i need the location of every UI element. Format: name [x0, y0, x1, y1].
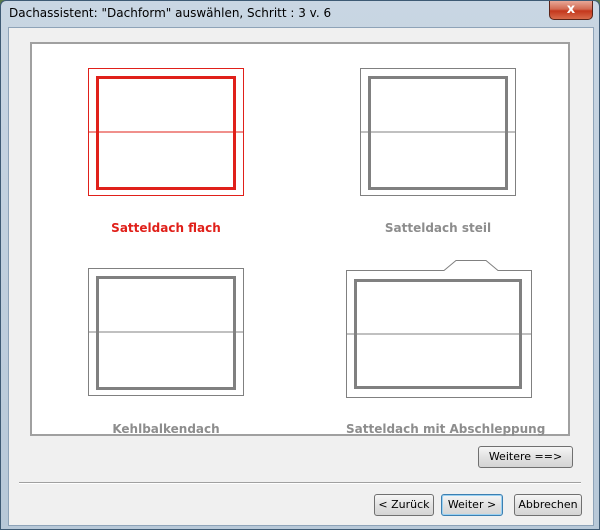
- roof-option-label: Kehlbalkendach: [112, 422, 220, 436]
- roof-option-label: Satteldach mit Abschleppung: [346, 422, 546, 436]
- more-options-button[interactable]: Weitere ==>: [478, 446, 573, 468]
- button-separator: [19, 482, 581, 484]
- satteldach-steil-icon: [360, 68, 516, 196]
- kehlbalkendach-icon: [88, 268, 244, 396]
- dialog-client-area: Satteldach flach Satteldach steil Kehlba…: [8, 27, 594, 526]
- roof-option-kehlbalkendach[interactable]: Kehlbalkendach: [88, 268, 244, 440]
- title-bar: Dachassistent: "Dachform" auswählen, Sch…: [1, 1, 599, 27]
- satteldach-flach-icon: [88, 68, 244, 196]
- back-button[interactable]: < Zurück: [374, 494, 434, 516]
- roof-option-label: Satteldach steil: [384, 221, 492, 235]
- close-button[interactable]: x: [549, 1, 593, 20]
- roof-option-satteldach-flach[interactable]: Satteldach flach: [88, 68, 244, 240]
- next-button[interactable]: Weiter >: [441, 494, 503, 516]
- roof-type-panel: Satteldach flach Satteldach steil Kehlba…: [30, 42, 570, 436]
- satteldach-abschleppung-icon: [346, 260, 532, 398]
- window-title: Dachassistent: "Dachform" auswählen, Sch…: [9, 6, 332, 20]
- roof-option-label: Satteldach flach: [111, 221, 221, 235]
- cancel-button[interactable]: Abbrechen: [514, 494, 582, 516]
- roof-option-satteldach-mit-abschleppung[interactable]: Satteldach mit Abschleppung: [346, 258, 546, 440]
- close-icon: x: [566, 2, 576, 17]
- dialog-window: Dachassistent: "Dachform" auswählen, Sch…: [0, 0, 600, 530]
- roof-option-satteldach-steil[interactable]: Satteldach steil: [360, 68, 516, 240]
